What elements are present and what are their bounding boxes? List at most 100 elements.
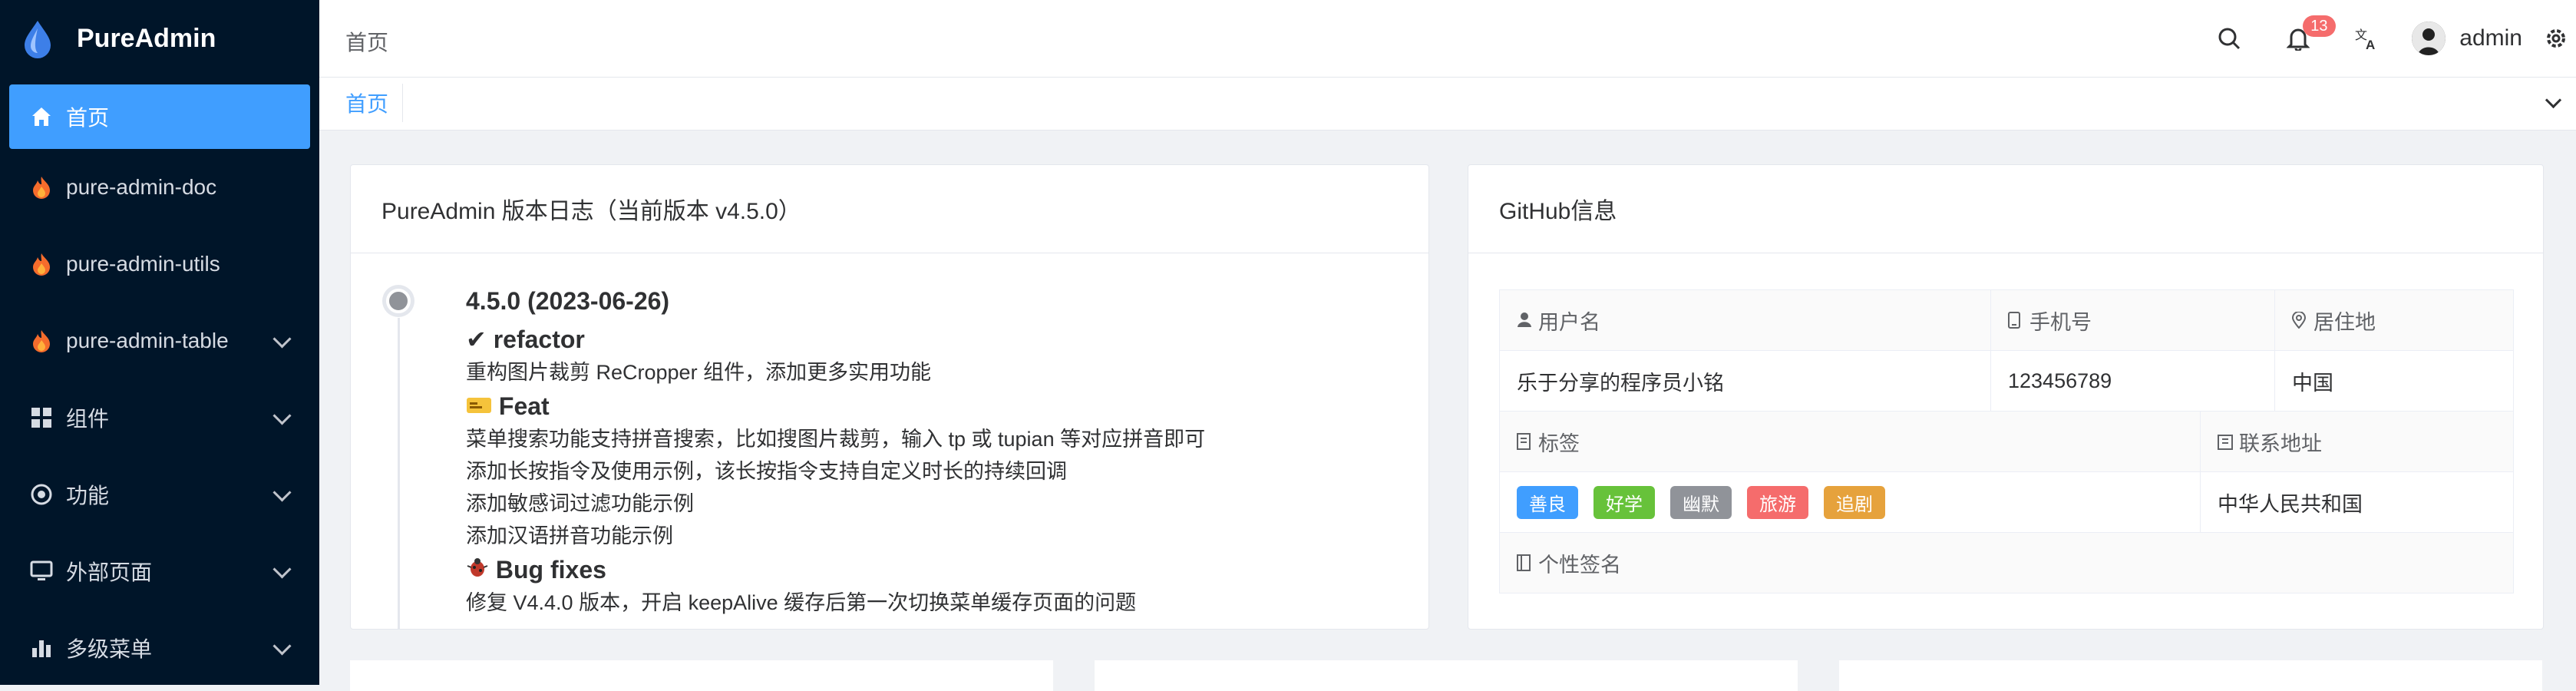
table-row: 善良 好学 幽默 旅游 追剧 中华人民共和国 — [1500, 472, 2513, 533]
tags-value-cell: 善良 好学 幽默 旅游 追剧 — [1500, 472, 2201, 532]
sidebar-item-label: pure-admin-utils — [66, 252, 220, 276]
phone-label: 手机号 — [2029, 310, 2092, 334]
header: 首页 13 文A admin — [319, 0, 2576, 77]
timeline-line — [398, 318, 400, 629]
home-icon — [29, 104, 54, 129]
feat-heading-row: Feat — [466, 392, 1398, 421]
feat-icon — [466, 392, 499, 420]
sidebar-item-label: pure-admin-table — [66, 329, 229, 352]
changelog-title: PureAdmin 版本日志（当前版本 v4.5.0） — [351, 165, 1428, 253]
chevron-down-icon[interactable] — [2545, 91, 2562, 109]
sidebar-logo[interactable]: PureAdmin — [0, 0, 319, 77]
version-heading: 4.5.0 (2023-06-26) — [466, 287, 670, 315]
location-label-cell: 居住地 — [2275, 290, 2513, 350]
table-row: 用户名 手机号 居住地 — [1500, 290, 2513, 351]
sidebar-item-pure-admin-table[interactable]: pure-admin-table — [0, 303, 319, 379]
notification-button[interactable]: 13 — [2267, 14, 2336, 63]
signature-label: 个性签名 — [1538, 553, 1621, 577]
username-label: 用户名 — [1538, 310, 1600, 334]
sidebar-item-pure-admin-utils[interactable]: pure-admin-utils — [0, 226, 319, 303]
sidebar-item-components[interactable]: 组件 — [0, 379, 319, 456]
sidebar-item-external-pages[interactable]: 外部页面 — [0, 533, 319, 610]
settings-button[interactable] — [2536, 14, 2576, 63]
lower-card — [350, 660, 1053, 691]
tag-humorous: 幽默 — [1670, 485, 1732, 519]
lower-card — [1839, 660, 2542, 691]
bugfix-item: 修复 V4.4.0 版本，开启 keepAlive 缓存后第一次切换菜单缓存页面… — [466, 591, 1137, 614]
table-row: 标签 联系地址 — [1500, 412, 2513, 472]
bugfix-heading-row: Bug fixes — [466, 556, 1398, 584]
bugfix-heading: Bug fixes — [495, 556, 606, 584]
tag-kind: 善良 — [1517, 485, 1578, 519]
feat-item: 菜单搜索功能支持拼音搜索，比如搜图片裁剪，输入 tp 或 tupian 等对应拼… — [466, 428, 1206, 451]
tags-label-cell: 标签 — [1500, 412, 2201, 471]
svg-text:A: A — [2366, 38, 2375, 51]
avatar — [2412, 21, 2446, 55]
signature-label-cell: 个性签名 — [1500, 533, 2513, 593]
github-title: GitHub信息 — [1468, 165, 2543, 253]
changelog-timeline: 4.5.0 (2023-06-26) ✔ refactor 重构图片裁剪 ReC… — [351, 253, 1428, 629]
logo-icon — [25, 21, 51, 58]
refactor-heading: ✔ refactor — [466, 326, 585, 353]
notification-badge: 13 — [2303, 15, 2336, 37]
sidebar-item-multilevel-menu[interactable]: 多级菜单 — [0, 610, 319, 685]
breadcrumb-item[interactable]: 首页 — [345, 31, 388, 55]
search-button[interactable] — [2198, 14, 2260, 63]
tab-home[interactable]: 首页 — [332, 84, 404, 122]
phone-label-cell: 手机号 — [1991, 290, 2275, 350]
changelog-card: PureAdmin 版本日志（当前版本 v4.5.0） 4.5.0 (2023-… — [350, 164, 1429, 630]
sidebar-item-home[interactable]: 首页 — [9, 84, 310, 149]
sidebar-item-pure-admin-doc[interactable]: pure-admin-doc — [0, 149, 319, 226]
address-label-cell: 联系地址 — [2201, 412, 2513, 471]
sidebar-item-label: 多级菜单 — [66, 637, 153, 661]
feat-item: 添加长按指令及使用示例，该长按指令支持自定义时长的持续回调 — [466, 460, 1067, 483]
sidebar-item-features[interactable]: 功能 — [0, 456, 319, 533]
location-label: 居住地 — [2313, 310, 2376, 334]
building-icon — [2218, 433, 2234, 450]
tags-label: 标签 — [1538, 431, 1580, 455]
chevron-down-icon — [272, 329, 292, 349]
app-name: PureAdmin — [77, 23, 216, 53]
sidebar-item-label: 外部页面 — [66, 560, 153, 584]
lower-card — [1095, 660, 1798, 691]
github-descriptions-table: 用户名 手机号 居住地 乐于分享的程序员小铭 123456789 中国 标签 联… — [1499, 289, 2514, 593]
location-icon — [2292, 312, 2309, 329]
fire-icon — [29, 175, 54, 200]
breadcrumb[interactable]: 首页 — [345, 26, 388, 57]
location-value: 中国 — [2292, 371, 2333, 395]
fire-icon — [29, 252, 54, 276]
search-icon — [2218, 28, 2241, 50]
phone-value: 123456789 — [1991, 351, 2275, 411]
tag-studious: 好学 — [1593, 485, 1655, 519]
table-row: 乐于分享的程序员小铭 123456789 中国 — [1500, 351, 2513, 412]
phone-icon — [2008, 312, 2025, 329]
fire-icon — [29, 329, 54, 353]
sidebar-item-label: 功能 — [66, 484, 110, 508]
username-label-cell: 用户名 — [1500, 290, 1991, 350]
sidebar-item-label: pure-admin-doc — [66, 175, 217, 199]
chevron-down-icon — [272, 560, 292, 579]
translate-icon: 文A — [2355, 28, 2375, 51]
username: admin — [2459, 25, 2522, 51]
user-menu[interactable]: admin — [2398, 21, 2536, 55]
table-row: 个性签名 — [1500, 533, 2513, 593]
user-icon — [1517, 312, 1534, 329]
header-actions: 13 文A admin — [2198, 14, 2576, 63]
sidebar-item-label: 组件 — [66, 407, 110, 431]
tags-view-bar: 首页 — [319, 77, 2576, 131]
bar-chart-icon — [29, 636, 54, 660]
monitor-icon — [29, 559, 54, 584]
chevron-down-icon — [272, 636, 292, 656]
notebook-icon — [1517, 554, 1534, 571]
address-label: 联系地址 — [2239, 431, 2322, 455]
settings-circle-icon — [29, 482, 54, 507]
sidebar-item-label: 首页 — [66, 106, 110, 130]
translate-button[interactable]: 文A — [2337, 14, 2398, 63]
address-value: 中华人民共和国 — [2218, 492, 2363, 516]
grid-icon — [29, 405, 54, 430]
refactor-item: 重构图片裁剪 ReCropper 组件，添加更多实用功能 — [466, 361, 932, 384]
gear-icon — [2547, 29, 2565, 48]
feat-heading: Feat — [498, 392, 550, 420]
github-info-card: GitHub信息 用户名 手机号 居住地 乐于分享的程序员小铭 12345678… — [1468, 164, 2544, 630]
timeline-content: 4.5.0 (2023-06-26) ✔ refactor 重构图片裁剪 ReC… — [466, 287, 1398, 615]
